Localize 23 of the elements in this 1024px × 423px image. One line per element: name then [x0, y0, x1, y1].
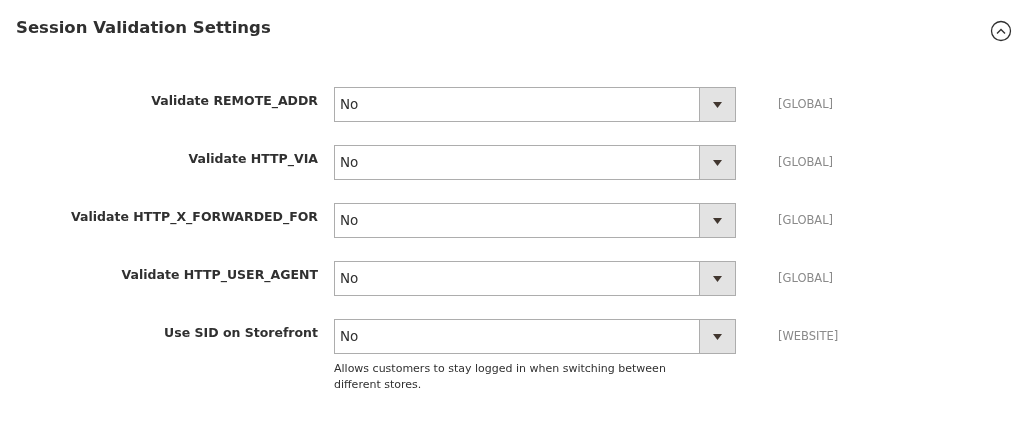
field-label: Validate HTTP_X_FORWARDED_FOR — [70, 208, 319, 227]
field-label: Validate HTTP_VIA — [187, 150, 319, 169]
caret-icon — [713, 217, 722, 224]
scope-label: [GLOBAL] — [777, 96, 834, 113]
field-label: Validate REMOTE_ADDR — [150, 92, 319, 111]
select-field[interactable]: No — [334, 145, 736, 180]
field-label: Use SID on Storefront — [163, 324, 319, 342]
select-field[interactable]: No — [334, 87, 736, 122]
caret-icon — [713, 333, 722, 340]
scope-label: [GLOBAL] — [777, 212, 834, 229]
section-title: Session Validation Settings — [16, 18, 271, 38]
field-note: Allows customers to stay logged in when switching between different stores. — [334, 361, 667, 393]
select-field[interactable]: No — [334, 319, 736, 354]
scope-label: [GLOBAL] — [777, 270, 834, 287]
caret-icon — [713, 159, 722, 166]
scope-label: [GLOBAL] — [777, 154, 834, 171]
select-field[interactable]: No — [334, 203, 736, 238]
field-label: Validate HTTP_USER_AGENT — [120, 266, 319, 285]
select-field[interactable]: No — [334, 261, 736, 296]
collapse-toggle-icon[interactable] — [990, 18, 1012, 40]
scope-label: [WEBSITE] — [777, 328, 839, 345]
caret-icon — [713, 275, 722, 282]
caret-icon — [713, 101, 722, 108]
